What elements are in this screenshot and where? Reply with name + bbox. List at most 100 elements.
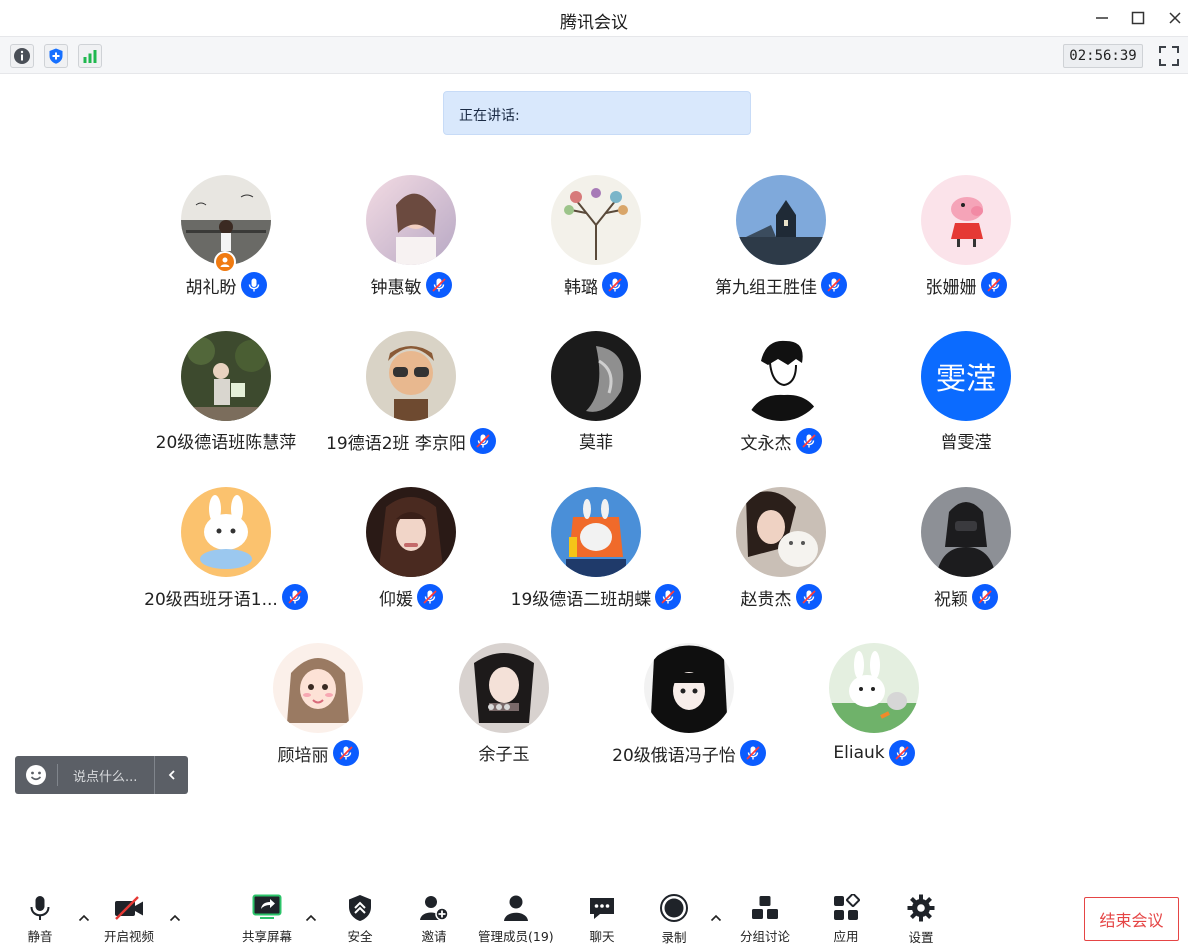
- participant-tile[interactable]: 祝颖: [876, 487, 1056, 627]
- fullscreen-button[interactable]: [1158, 45, 1180, 67]
- invite-user-icon: [420, 895, 449, 921]
- mic-muted-icon: [417, 584, 443, 610]
- breakout-rooms-button[interactable]: 分组讨论: [740, 893, 790, 945]
- close-icon: [1169, 12, 1181, 24]
- participant-tile[interactable]: 仰媛: [321, 487, 501, 627]
- participant-avatar: [736, 487, 826, 577]
- share-screen-icon: [252, 894, 282, 919]
- video-options-chevron-up-icon[interactable]: [168, 911, 182, 925]
- participant-tile[interactable]: 20级德语班陈慧萍: [136, 331, 316, 471]
- meeting-info-button[interactable]: [10, 44, 34, 68]
- signal-bars-icon: [83, 50, 97, 63]
- apps-label: 应用: [833, 929, 859, 944]
- participant-tile[interactable]: 胡礼盼: [136, 175, 316, 315]
- divider: [57, 764, 58, 786]
- speaking-banner: 正在讲话:: [443, 91, 751, 135]
- participant-name-line: 张姗姗: [876, 272, 1056, 298]
- start-video-button[interactable]: 开启视频: [104, 893, 154, 945]
- participant-name-line: 20级德语班陈慧萍: [136, 428, 316, 453]
- end-meeting-button[interactable]: 结束会议: [1084, 897, 1179, 941]
- participant-name-line: 钟惠敏: [321, 272, 501, 298]
- info-icon: [14, 48, 30, 64]
- participant-tile[interactable]: 第九组王胜佳: [691, 175, 871, 315]
- minimize-icon: [1096, 17, 1108, 19]
- share-screen-button[interactable]: 共享屏幕: [242, 893, 292, 945]
- collapse-chat-button[interactable]: [154, 756, 188, 794]
- host-badge: [214, 251, 236, 273]
- audio-options-chevron-up-icon[interactable]: [77, 911, 91, 925]
- participant-avatar: [366, 487, 456, 577]
- breakout-rooms-icon: [752, 895, 778, 919]
- chat-quick-input[interactable]: 说点什么...: [15, 756, 188, 794]
- record-button[interactable]: 录制: [658, 893, 690, 945]
- participant-tile[interactable]: 顾培丽: [228, 643, 408, 783]
- title-bar: 腾讯会议: [0, 0, 1188, 36]
- participant-tile[interactable]: 莫菲: [506, 331, 686, 471]
- mute-label: 静音: [27, 929, 53, 944]
- record-icon: [660, 894, 688, 922]
- mic-muted-icon: [739, 740, 766, 766]
- network-status-button[interactable]: [78, 44, 102, 68]
- maximize-icon: [1131, 11, 1145, 25]
- participant-avatar: [551, 175, 641, 265]
- participant-name: 余子玉: [478, 745, 530, 765]
- mic-muted-icon: [980, 272, 1007, 298]
- participant-tile[interactable]: 20级俄语冯子怡: [599, 643, 779, 783]
- participant-name: 莫菲: [579, 433, 613, 453]
- participant-tile[interactable]: 钟惠敏: [321, 175, 501, 315]
- video-off-icon: [115, 895, 143, 920]
- participant-avatar: [551, 487, 641, 577]
- participant-tile[interactable]: Eliauk: [784, 643, 964, 783]
- participant-name-line: 文永杰: [691, 428, 871, 454]
- host-icon: [220, 257, 230, 267]
- mic-muted-icon: [795, 428, 822, 454]
- participant-tile[interactable]: 余子玉: [414, 643, 594, 783]
- maximize-button[interactable]: [1126, 6, 1150, 30]
- participant-tile[interactable]: 文永杰: [691, 331, 871, 471]
- participant-avatar: [644, 643, 734, 733]
- mic-muted-icon: [972, 584, 998, 610]
- participant-avatar: [459, 643, 549, 733]
- mute-button[interactable]: 静音: [24, 893, 56, 945]
- participant-name: 赵贵杰: [740, 589, 792, 610]
- participant-tile[interactable]: 20级西班牙语1...: [136, 487, 316, 627]
- participant-name-line: 20级西班牙语1...: [136, 584, 316, 610]
- participant-tile[interactable]: 19级德语二班胡蝶: [506, 487, 686, 627]
- share-options-chevron-up-icon[interactable]: [304, 911, 318, 925]
- close-button[interactable]: [1163, 6, 1187, 30]
- share-screen-label: 共享屏幕: [242, 929, 293, 944]
- security-button[interactable]: 安全: [344, 893, 376, 945]
- apps-button[interactable]: 应用: [830, 893, 862, 945]
- invite-label: 邀请: [421, 929, 447, 944]
- mic-on-icon: [240, 272, 267, 298]
- chat-button[interactable]: 聊天: [586, 893, 618, 945]
- shield-icon: [49, 48, 63, 64]
- security-status-button[interactable]: [44, 44, 68, 68]
- minimize-button[interactable]: [1090, 6, 1114, 30]
- chat-input-placeholder[interactable]: 说点什么...: [73, 766, 154, 785]
- invite-button[interactable]: 邀请: [418, 893, 450, 945]
- participant-letter-avatar: 雯滢: [921, 331, 1011, 421]
- participant-name-line: 顾培丽: [228, 740, 408, 766]
- participant-tile[interactable]: 张姗姗: [876, 175, 1056, 315]
- participant-avatar: [551, 331, 641, 421]
- breakout-rooms-label: 分组讨论: [740, 929, 791, 944]
- participant-tile[interactable]: 赵贵杰: [691, 487, 871, 627]
- participant-name: 张姗姗: [925, 277, 977, 298]
- settings-button[interactable]: 设置: [905, 893, 937, 945]
- participant-tile[interactable]: 韩璐: [506, 175, 686, 315]
- participant-name-line: 仰媛: [321, 584, 501, 610]
- participant-tile[interactable]: 雯滢 曾雯滢: [876, 331, 1056, 471]
- record-options-chevron-up-icon[interactable]: [709, 911, 723, 925]
- chat-label: 聊天: [589, 929, 615, 944]
- bottom-toolbar: 静音 开启视频 共享屏幕 安全 邀请 管理成员(19) 聊天 录制 分组讨论 应…: [0, 883, 1188, 947]
- participant-name-line: 祝颖: [876, 584, 1056, 610]
- participant-name: 20级德语班陈慧萍: [155, 433, 297, 453]
- participant-tile[interactable]: 19德语2班 李京阳: [321, 331, 501, 471]
- participant-name: 祝颖: [934, 589, 968, 610]
- manage-members-button[interactable]: 管理成员(19): [478, 893, 554, 945]
- emoji-icon: [26, 765, 46, 785]
- meeting-window: 腾讯会议 02:56:39 正在讲话: 胡礼盼 钟惠敏 韩璐 第九组王胜佳 张姗…: [0, 0, 1188, 947]
- participant-name: 韩璐: [564, 277, 598, 298]
- chevron-left-icon: [168, 770, 175, 780]
